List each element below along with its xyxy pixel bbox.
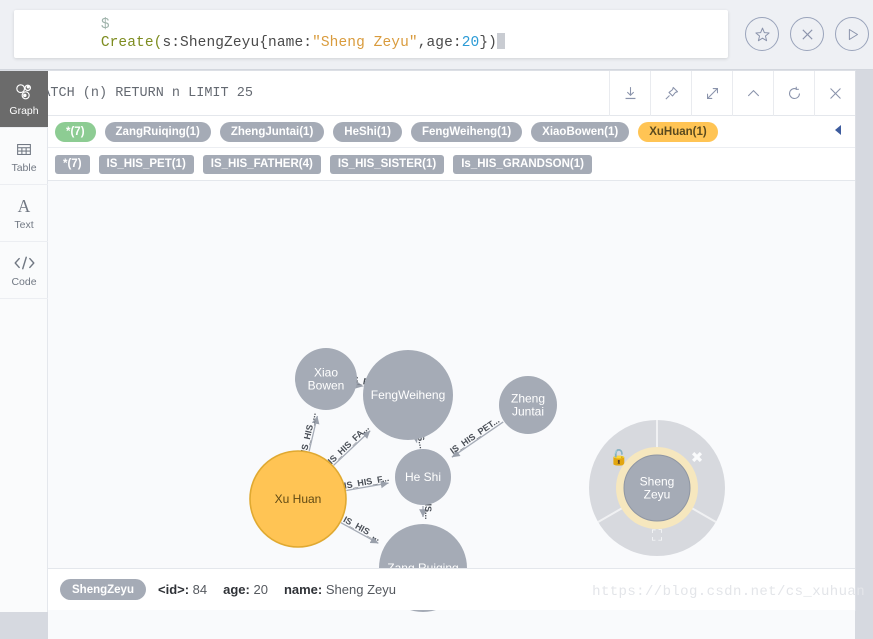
node-property-key: age: <box>223 582 250 597</box>
query-token: "Sheng Zeyu" <box>312 35 418 51</box>
table-icon <box>14 138 34 160</box>
graph-node[interactable]: FengWeiheng <box>363 350 453 440</box>
node-label: Sheng <box>640 475 675 489</box>
close-icon <box>827 85 844 102</box>
node-label: Juntai <box>512 405 544 419</box>
favorite-button[interactable] <box>745 17 779 51</box>
legend-relationship-pill[interactable]: *(7) <box>55 155 90 174</box>
query-editor-bar: $ Create(s:ShengZeyu{name:"Sheng Zeyu",a… <box>0 0 873 70</box>
prompt-symbol: $ <box>101 17 110 33</box>
legend-node-pill[interactable]: ZangRuiqing(1) <box>105 122 211 142</box>
legend-relationship-pill[interactable]: IS_HIS_FATHER(4) <box>203 155 321 174</box>
download-icon <box>622 85 639 102</box>
node-label: He Shi <box>405 470 441 484</box>
relationship-label: IS... <box>423 503 433 519</box>
result-frame-header: $ MATCH (n) RETURN n LIMIT 25 <box>0 71 855 116</box>
caret-left-icon[interactable] <box>835 125 841 135</box>
relationship-label: IS_HIS_... <box>299 411 318 453</box>
graph-node[interactable]: Xu Huan <box>250 451 346 547</box>
expand-action[interactable]: ⛶ <box>652 528 663 545</box>
query-editor-input[interactable]: $ Create(s:ShengZeyu{name:"Sheng Zeyu",a… <box>14 10 728 58</box>
node-label: Xiao <box>314 366 338 380</box>
rerun-button[interactable] <box>773 71 814 116</box>
fullscreen-button[interactable] <box>691 71 732 116</box>
node-property: age: 20 <box>223 582 268 597</box>
close-button[interactable] <box>814 71 855 116</box>
expand-arrows-icon: ⛶ <box>652 528 663 545</box>
graph-node[interactable]: XiaoBowen <box>295 348 357 410</box>
pin-button[interactable] <box>650 71 691 116</box>
query-token: }) <box>479 35 497 51</box>
query-tokens: Create(s:ShengZeyu{name:"Sheng Zeyu",age… <box>101 35 497 51</box>
download-button[interactable] <box>609 71 650 116</box>
graph-node[interactable]: He Shi <box>395 449 451 505</box>
close-circle-icon <box>800 27 815 42</box>
node-property-key: name: <box>284 582 322 597</box>
node-label: Zheng <box>511 392 545 406</box>
legend-relationship-pill[interactable]: Is_HIS_GRANDSON(1) <box>453 155 592 174</box>
text-caret <box>497 33 505 49</box>
graph-legend: *(7) ZangRuiqing(1) ZhengJuntai(1) HeShi(1)… <box>0 116 855 181</box>
node-property: <id>: 84 <box>158 582 207 597</box>
sidebar-label-text: Text <box>14 219 33 231</box>
sidebar-label-code: Code <box>11 276 36 288</box>
legend-node-pill[interactable]: XiaoBowen(1) <box>531 122 629 142</box>
sidebar-label-table: Table <box>11 162 36 174</box>
watermark-text: https://blog.csdn.net/cs_xuhuan <box>592 584 865 600</box>
legend-node-pill[interactable]: HeShi(1) <box>333 122 402 142</box>
collapse-button[interactable] <box>732 71 773 116</box>
svg-text:A: A <box>18 196 31 216</box>
node-label: FengWeiheng <box>371 388 446 402</box>
node-properties: <id>: 84 age: 20 name: Sheng Zeyu <box>158 581 412 599</box>
legend-node-pill[interactable]: *(7) <box>55 122 96 142</box>
sidebar-item-graph[interactable]: Graph <box>0 71 48 128</box>
query-token: Create( <box>101 35 163 51</box>
result-frame: $ MATCH (n) RETURN n LIMIT 25 <box>0 70 856 611</box>
graph-node[interactable]: ShengZeyu <box>624 455 690 521</box>
close-icon: ✖ <box>691 450 704 467</box>
node-label-legend-row: *(7) ZangRuiqing(1) ZhengJuntai(1) HeShi(1)… <box>48 116 855 148</box>
node-label-badge[interactable]: ShengZeyu <box>60 579 146 600</box>
run-button[interactable] <box>835 17 869 51</box>
legend-node-pill[interactable]: FengWeiheng(1) <box>411 122 522 142</box>
dismiss-action[interactable]: ✖ <box>691 450 704 467</box>
legend-relationship-pill[interactable]: IS_HIS_SISTER(1) <box>330 155 444 174</box>
text-icon: A <box>14 195 34 217</box>
legend-node-pill[interactable]: ZhengJuntai(1) <box>220 122 324 142</box>
chevron-up-icon <box>745 85 762 102</box>
sidebar-item-code[interactable]: Code <box>0 242 48 299</box>
query-token: s:ShengZeyu{name: <box>162 35 312 51</box>
clear-button[interactable] <box>790 17 824 51</box>
expand-icon <box>704 85 721 102</box>
relationship-label: IS_HIS_F... <box>343 473 390 491</box>
sidebar-label-graph: Graph <box>9 105 38 117</box>
code-icon <box>13 252 36 274</box>
pin-icon <box>663 85 680 102</box>
relationship-label: IS_HIS_... <box>342 514 383 543</box>
star-icon <box>754 26 771 43</box>
node-label: Zeyu <box>644 488 671 502</box>
query-editor-text: $ Create(s:ShengZeyu{name:"Sheng Zeyu",a… <box>14 1 505 67</box>
relationship-label: IS_HIS_FA... <box>326 423 371 466</box>
query-token: ,age: <box>418 35 462 51</box>
node-label: Xu Huan <box>275 492 322 506</box>
play-icon <box>845 27 860 42</box>
graph-node[interactable]: ZhengJuntai <box>499 376 557 434</box>
legend-relationship-pill[interactable]: IS_HIS_PET(1) <box>99 155 194 174</box>
sidebar-item-text[interactable]: A Text <box>0 185 48 242</box>
query-token: 20 <box>462 35 480 51</box>
result-frame-toolbar <box>609 71 855 116</box>
legend-node-pill[interactable]: XuHuan(1) <box>638 122 718 142</box>
sidebar-item-table[interactable]: Table <box>0 128 48 185</box>
node-label: Bowen <box>308 379 345 393</box>
relationship-type-legend-row: *(7) IS_HIS_PET(1) IS_HIS_FATHER(4) IS_HIS_… <box>48 148 855 180</box>
node-property: name: Sheng Zeyu <box>284 582 396 597</box>
result-view-sidebar: Graph Table A <box>0 71 48 612</box>
node-property-key: <id>: <box>158 582 189 597</box>
graph-icon <box>13 81 35 103</box>
relationship-label: IS_HIS_PET... <box>448 415 501 456</box>
refresh-icon <box>786 85 803 102</box>
